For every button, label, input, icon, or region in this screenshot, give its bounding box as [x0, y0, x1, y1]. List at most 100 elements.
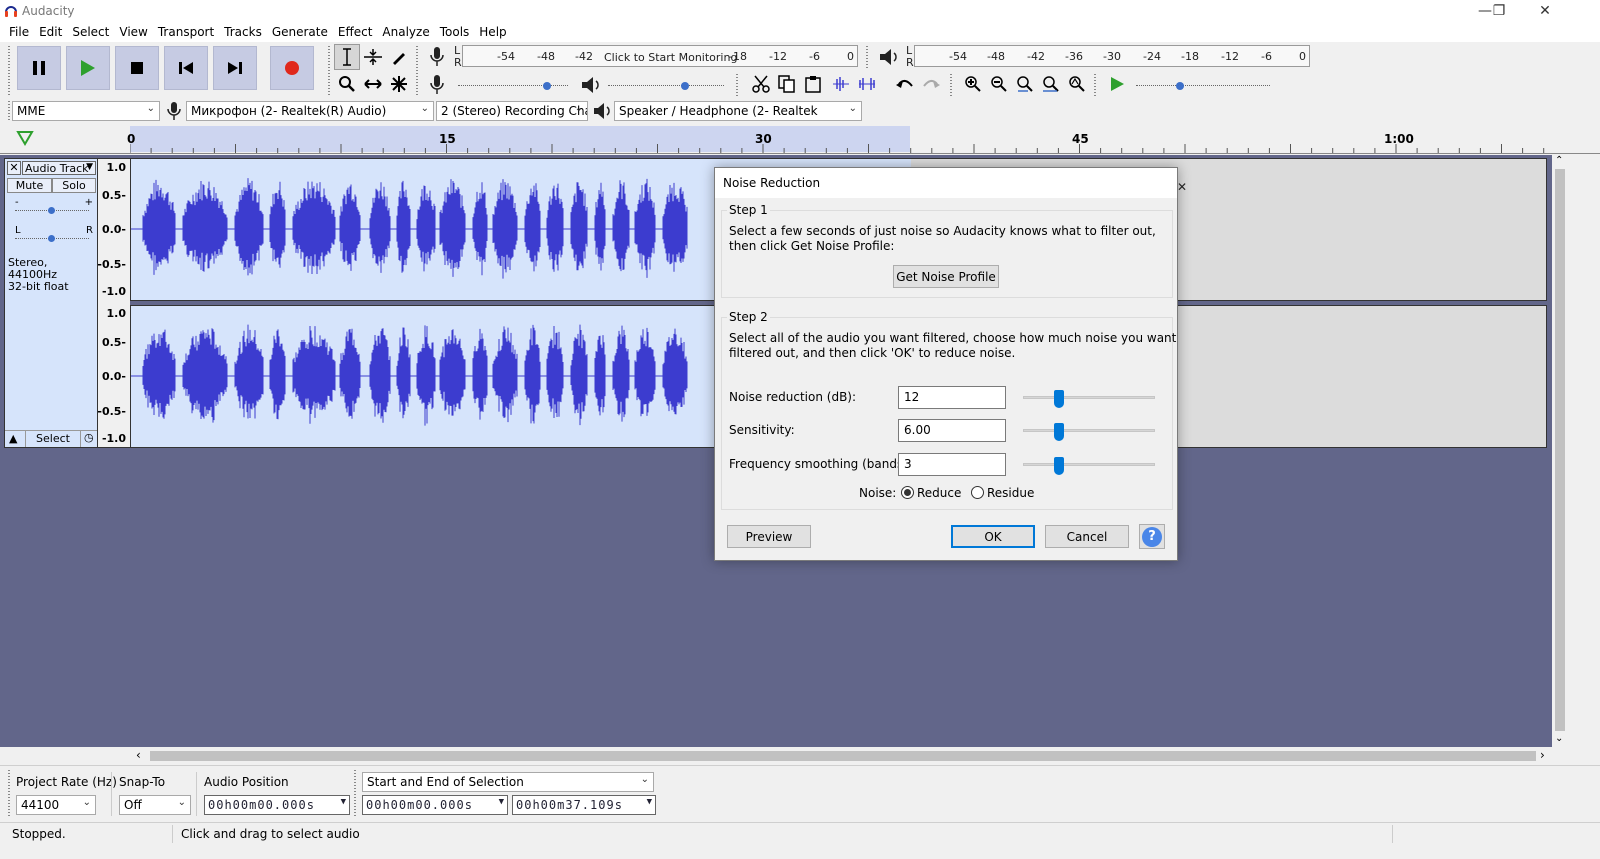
zoom-tool[interactable]	[334, 71, 360, 97]
undo-button[interactable]	[892, 71, 918, 97]
cut-button[interactable]	[748, 71, 774, 97]
sensitivity-input[interactable]: 6.00	[898, 419, 1006, 442]
toolbar-grip[interactable]	[8, 101, 10, 121]
get-noise-profile-button[interactable]: Get Noise Profile	[893, 265, 999, 288]
record-meter[interactable]: -54 -48 -42 Click to Start Monitoring -1…	[462, 45, 858, 67]
frequency-smoothing-input[interactable]: 3	[898, 453, 1006, 476]
zoom-toggle-button[interactable]	[1064, 71, 1090, 97]
fit-selection-button[interactable]	[1012, 71, 1038, 97]
selection-start-time[interactable]: 00h00m00.000s ▼	[362, 795, 508, 815]
stop-button[interactable]	[115, 46, 159, 90]
multi-tool[interactable]	[386, 71, 412, 97]
residue-radio[interactable]	[971, 486, 984, 499]
vertical-scrollbar[interactable]: ⌃ ⌄	[1552, 155, 1568, 747]
residue-radio-label[interactable]: Residue	[987, 486, 1034, 501]
toolbar-grip[interactable]	[8, 46, 10, 96]
menu-effect[interactable]: Effect	[333, 25, 378, 39]
solo-button[interactable]: Solo	[52, 178, 96, 193]
pinned-play-head-icon[interactable]	[16, 130, 34, 146]
zoom-in-button[interactable]	[960, 71, 986, 97]
frequency-smoothing-slider[interactable]	[1023, 457, 1155, 475]
menu-transport[interactable]: Transport	[153, 25, 219, 39]
menu-edit[interactable]: Edit	[34, 25, 67, 39]
trim-audio-button[interactable]	[828, 71, 854, 97]
selection-end-time[interactable]: 00h00m37.109s ▼	[512, 795, 656, 815]
play-at-speed-button[interactable]	[1104, 71, 1130, 97]
noise-reduction-input[interactable]: 12	[898, 386, 1006, 409]
gain-slider[interactable]: - +	[13, 197, 93, 219]
track-name-menu[interactable]: Audio Track ▼	[22, 161, 96, 175]
play-button[interactable]	[66, 46, 110, 90]
audio-position-time[interactable]: 00h00m00.000s ▼	[204, 795, 350, 815]
skip-to-end-button[interactable]	[213, 46, 257, 90]
input-volume-slider[interactable]	[456, 75, 572, 95]
reduce-radio[interactable]	[901, 486, 914, 499]
ok-button[interactable]: OK	[951, 525, 1035, 548]
envelope-tool[interactable]	[360, 44, 386, 70]
toolbar-grip[interactable]	[8, 770, 10, 816]
scroll-down-icon[interactable]: ⌄	[1555, 733, 1563, 744]
collapse-track-icon[interactable]: ▲	[9, 432, 17, 445]
play-meter-tick: -48	[987, 50, 1005, 63]
audio-host-select[interactable]: MME ⌄	[12, 101, 160, 121]
toolbar-grip[interactable]	[328, 46, 330, 96]
time-shift-tool[interactable]	[360, 71, 386, 97]
sensitivity-slider[interactable]	[1023, 423, 1155, 441]
draw-tool[interactable]	[386, 44, 412, 70]
record-button[interactable]	[270, 46, 314, 90]
toolbar-grip[interactable]	[950, 74, 952, 96]
cancel-button[interactable]: Cancel	[1045, 525, 1129, 548]
track-control-panel[interactable]: ✕ Audio Track ▼ Mute Solo - + L R Stereo…	[4, 158, 98, 448]
paste-button[interactable]	[800, 71, 826, 97]
output-volume-slider[interactable]	[606, 75, 728, 95]
pause-button[interactable]	[17, 46, 61, 90]
record-meter-prompt[interactable]: Click to Start Monitoring	[604, 51, 737, 64]
horizontal-scrollbar[interactable]: ‹ ›	[132, 748, 1552, 764]
recording-channels-select[interactable]: 2 (Stereo) Recording Chai ⌄	[436, 101, 588, 121]
restore-button[interactable]: ❐	[1476, 0, 1522, 22]
timeline-ruler[interactable]: 0 15 30 45 1:00	[0, 126, 1600, 154]
fit-project-button[interactable]	[1038, 71, 1064, 97]
mute-button[interactable]: Mute	[7, 178, 52, 193]
scroll-up-icon[interactable]: ⌃	[1555, 155, 1563, 166]
menu-view[interactable]: View	[114, 25, 152, 39]
reduce-radio-label[interactable]: Reduce	[917, 486, 961, 501]
toolbar-grip[interactable]	[416, 46, 418, 96]
project-rate-select[interactable]: 44100 ⌄	[16, 795, 96, 815]
noise-reduction-slider[interactable]	[1023, 390, 1155, 408]
vertical-ruler[interactable]: 1.0 0.5- 0.0- -0.5- -1.0 1.0 0.5- 0.0- -…	[97, 158, 130, 448]
horizontal-scroll-thumb[interactable]	[150, 751, 1536, 761]
skip-to-start-button[interactable]	[164, 46, 208, 90]
menu-analyze[interactable]: Analyze	[377, 25, 434, 39]
menu-select[interactable]: Select	[67, 25, 114, 39]
vertical-scroll-thumb[interactable]	[1555, 169, 1565, 731]
menu-tools[interactable]: Tools	[435, 25, 475, 39]
recording-device-select[interactable]: Микрофон (2- Realtek(R) Audio) ⌄	[186, 101, 434, 121]
zoom-out-button[interactable]	[986, 71, 1012, 97]
copy-button[interactable]	[774, 71, 800, 97]
menu-tracks[interactable]: Tracks	[219, 25, 267, 39]
snap-to-select[interactable]: Off ⌄	[119, 795, 191, 815]
menu-help[interactable]: Help	[474, 25, 511, 39]
toolbar-grip[interactable]	[1094, 74, 1096, 96]
menu-file[interactable]: File	[4, 25, 34, 39]
toolbar-grip[interactable]	[736, 74, 738, 96]
preview-button[interactable]: Preview	[727, 525, 811, 548]
menu-generate[interactable]: Generate	[267, 25, 333, 39]
close-track-button[interactable]: ✕	[7, 161, 21, 175]
play-speed-slider[interactable]	[1134, 75, 1274, 95]
selection-tool[interactable]	[334, 44, 360, 70]
help-button[interactable]: ?	[1139, 524, 1165, 549]
close-window-button[interactable]: ✕	[1522, 0, 1568, 22]
pan-slider[interactable]: L R	[13, 225, 93, 247]
toolbar-grip[interactable]	[354, 770, 356, 816]
playback-device-select[interactable]: Speaker / Headphone (2- Realtek ⌄	[614, 101, 862, 121]
playback-meter[interactable]: -54 -48 -42 -36 -30 -24 -18 -12 -6 0	[914, 45, 1310, 67]
redo-button[interactable]	[918, 71, 944, 97]
scroll-right-icon[interactable]: ›	[1540, 748, 1545, 762]
scroll-left-icon[interactable]: ‹	[136, 748, 141, 762]
selection-mode-select[interactable]: Start and End of Selection ⌄	[362, 772, 654, 792]
silence-audio-button[interactable]	[854, 71, 880, 97]
toolbar-grip[interactable]	[866, 46, 868, 68]
select-track-button[interactable]: Select	[25, 431, 81, 447]
